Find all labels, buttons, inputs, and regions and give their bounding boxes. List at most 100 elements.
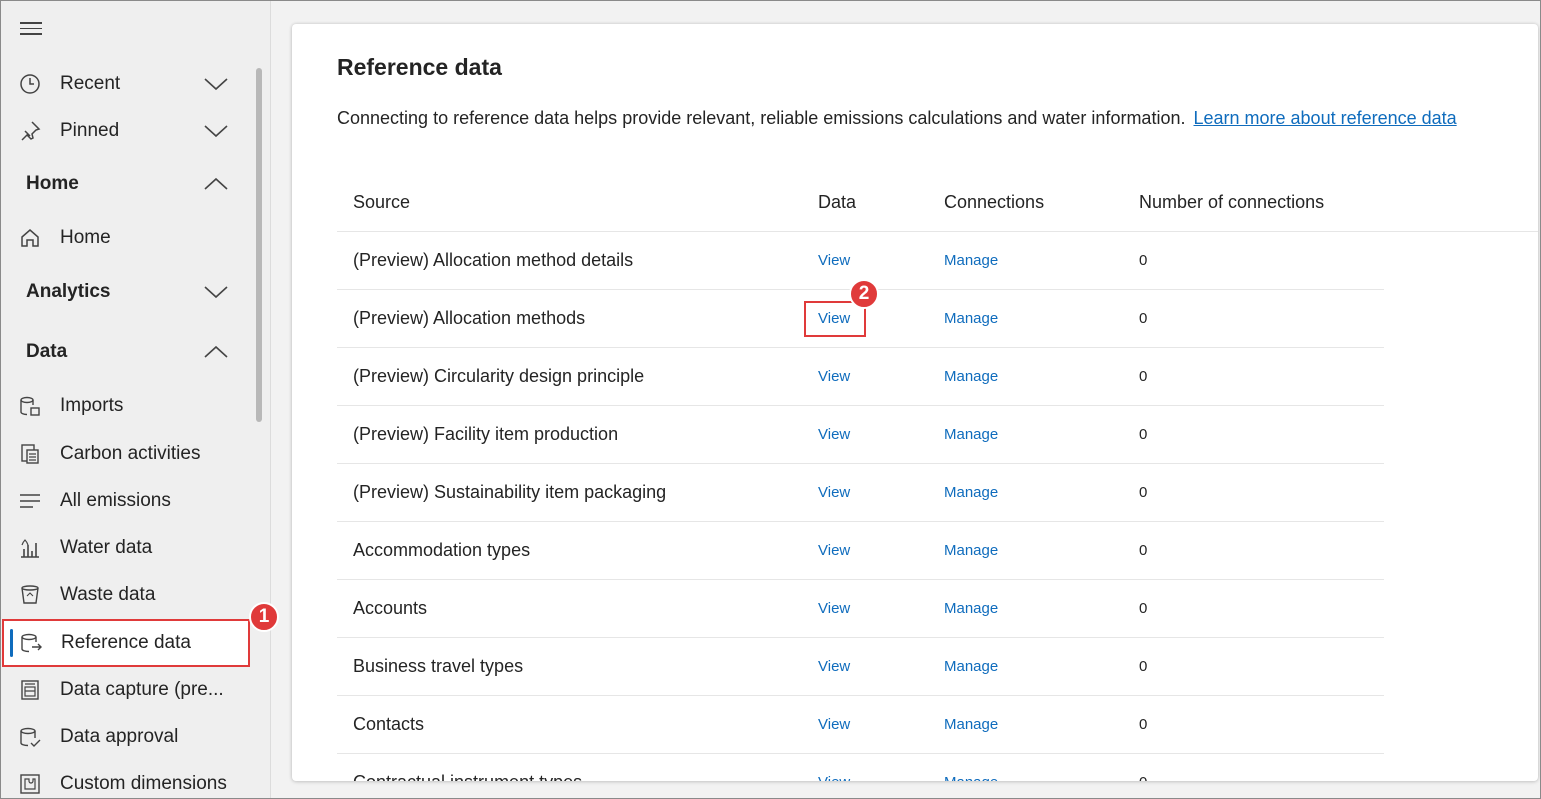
manage-link[interactable]: Manage — [944, 774, 998, 781]
source-cell: Contractual instrument types — [353, 772, 582, 781]
sidebar: Recent Pinned Home Home Analytics Data I… — [0, 0, 271, 799]
manage-link[interactable]: Manage — [944, 252, 998, 269]
sidebar-item-label: Data approval — [60, 726, 179, 747]
selection-indicator — [10, 629, 13, 657]
sidebar-item-all-emissions[interactable]: All emissions — [0, 479, 252, 523]
sidebar-item-waste-data[interactable]: Waste data — [0, 573, 252, 617]
manage-link[interactable]: Manage — [944, 542, 998, 559]
table-row: (Preview) Facility item production View Ma… — [337, 406, 1384, 464]
table-row: Accommodation types View Manage 0 — [337, 522, 1384, 580]
sidebar-item-label: Imports — [60, 395, 124, 416]
database-arrow-icon — [19, 631, 43, 655]
table-row: Contacts View Manage 0 — [337, 696, 1384, 754]
source-cell: (Preview) Allocation method details — [353, 250, 634, 270]
clock-icon — [18, 72, 42, 96]
sidebar-item-label: Pinned — [60, 120, 120, 141]
connection-count: 0 — [1139, 252, 1148, 269]
view-link[interactable]: View — [818, 658, 850, 675]
table-row: Accounts View Manage 0 — [337, 580, 1384, 638]
pin-icon — [18, 119, 42, 143]
puzzle-icon — [18, 772, 42, 796]
sidebar-item-data-approval[interactable]: Data approval — [0, 715, 252, 759]
source-cell: (Preview) Sustainability item packaging — [353, 482, 667, 502]
sidebar-section-data[interactable]: Data — [0, 330, 252, 374]
sidebar-item-home[interactable]: Home — [0, 216, 252, 260]
connection-count: 0 — [1139, 310, 1148, 327]
sidebar-item-label: Reference data — [61, 632, 191, 653]
view-link[interactable]: View — [818, 774, 850, 781]
connection-count: 0 — [1139, 716, 1148, 733]
form-icon — [18, 678, 42, 702]
source-cell: Business travel types — [353, 656, 524, 676]
connection-count: 0 — [1139, 542, 1148, 559]
sidebar-item-data-capture[interactable]: Data capture (pre... — [0, 668, 252, 712]
connection-count: 0 — [1139, 484, 1148, 501]
section-label: Home — [26, 173, 79, 194]
source-cell: Contacts — [353, 714, 425, 734]
sidebar-item-reference-data[interactable]: Reference data — [2, 619, 250, 667]
view-link[interactable]: View — [818, 484, 850, 501]
connection-count: 0 — [1139, 600, 1148, 617]
sidebar-scrollbar[interactable] — [256, 68, 262, 422]
manage-link[interactable]: Manage — [944, 658, 998, 675]
section-label: Data — [26, 341, 68, 362]
source-cell: (Preview) Circularity design principle — [353, 366, 645, 386]
chevron-up-icon[interactable] — [203, 339, 229, 365]
sidebar-item-pinned[interactable]: Pinned — [0, 109, 252, 153]
hamburger-menu-icon[interactable] — [20, 22, 42, 40]
description-text: Connecting to reference data helps provi… — [337, 108, 1186, 128]
reference-data-card: Reference data Connecting to reference d… — [292, 24, 1538, 781]
view-link[interactable]: View — [818, 368, 850, 385]
chevron-down-icon[interactable] — [203, 279, 229, 305]
sidebar-item-imports[interactable]: Imports — [0, 384, 252, 428]
table-body: (Preview) Allocation method details View M… — [337, 232, 1538, 781]
view-link[interactable]: View — [818, 542, 850, 559]
text-align-icon — [18, 489, 42, 513]
page-title: Reference data — [337, 54, 502, 80]
view-link[interactable]: View — [818, 426, 850, 443]
source-cell: Accounts — [353, 598, 428, 618]
table-row: (Preview) Allocation methods View Manage 0 2 — [337, 279, 1384, 348]
database-import-icon — [18, 394, 42, 418]
reference-data-table: Source Data Connections Number of connec… — [337, 178, 1538, 781]
column-header-data[interactable]: Data — [818, 192, 856, 213]
column-header-number-of-connections[interactable]: Number of connections — [1139, 192, 1324, 213]
source-cell: (Preview) Facility item production — [353, 424, 619, 444]
sidebar-section-home[interactable]: Home — [0, 162, 252, 206]
water-chart-icon — [18, 536, 42, 560]
document-table-icon — [18, 442, 42, 466]
chevron-down-icon[interactable] — [203, 118, 229, 144]
sidebar-item-label: Carbon activities — [60, 443, 201, 464]
view-link[interactable]: View — [818, 600, 850, 617]
sidebar-item-label: Home — [60, 227, 111, 248]
manage-link[interactable]: Manage — [944, 600, 998, 617]
chevron-up-icon[interactable] — [203, 171, 229, 197]
manage-link[interactable]: Manage — [944, 310, 998, 327]
manage-link[interactable]: Manage — [944, 484, 998, 501]
home-icon — [18, 226, 42, 250]
sidebar-item-label: Waste data — [60, 584, 156, 605]
chevron-down-icon[interactable] — [203, 71, 229, 97]
sidebar-item-label: Custom dimensions — [60, 773, 227, 794]
sidebar-item-label: Data capture (pre... — [60, 679, 224, 700]
annotation-badge-2: 2 — [849, 279, 879, 309]
sidebar-item-water-data[interactable]: Water data — [0, 526, 252, 570]
manage-link[interactable]: Manage — [944, 426, 998, 443]
learn-more-link[interactable]: Learn more about reference data — [1193, 108, 1456, 128]
connection-count: 0 — [1139, 658, 1148, 675]
sidebar-item-recent[interactable]: Recent — [0, 62, 252, 106]
connection-count: 0 — [1139, 368, 1148, 385]
view-link[interactable]: View — [818, 716, 850, 733]
column-header-connections[interactable]: Connections — [944, 192, 1044, 213]
view-link[interactable]: View — [818, 252, 850, 269]
manage-link[interactable]: Manage — [944, 368, 998, 385]
sidebar-item-carbon-activities[interactable]: Carbon activities — [0, 432, 252, 476]
sidebar-item-custom-dimensions[interactable]: Custom dimensions — [0, 762, 252, 799]
connection-count: 0 — [1139, 774, 1147, 781]
column-header-source[interactable]: Source — [353, 192, 410, 213]
sidebar-section-analytics[interactable]: Analytics — [0, 270, 252, 314]
table-header: Source Data Connections Number of connec… — [337, 178, 1538, 232]
table-row: Business travel types View Manage 0 — [337, 638, 1384, 696]
connection-count: 0 — [1139, 426, 1148, 443]
manage-link[interactable]: Manage — [944, 716, 998, 733]
